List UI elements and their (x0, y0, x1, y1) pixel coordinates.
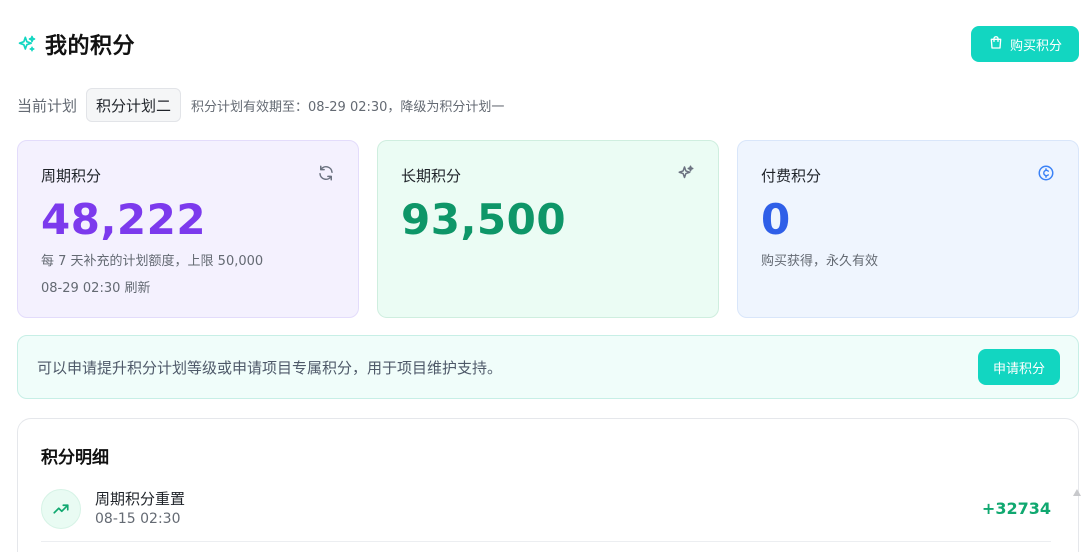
page-title: 我的积分 (45, 34, 136, 59)
scrollbar-arrow[interactable] (1073, 489, 1081, 496)
sparkle-icon (677, 164, 695, 186)
sparkle-icon (17, 34, 37, 54)
card-desc: 购买获得，永久有效 (761, 254, 879, 269)
row-time: 08-15 02:30 (95, 510, 181, 527)
card-cycle-points: 周期积分 48,222 每 7 天补充的计划额度，上限 50,000 08-29… (17, 140, 359, 318)
card-value: 93,500 (401, 195, 567, 244)
shopping-bag-icon (988, 34, 1004, 54)
card-long-term-points: 长期积分 93,500 (377, 140, 719, 318)
plan-badge: 积分计划二 (86, 88, 182, 122)
points-page: 我的积分 购买积分 当前计划 积分计划二 积分计划有效期至：08-29 02:3… (0, 0, 1088, 552)
detail-title: 积分明细 (41, 448, 109, 468)
plan-row: 当前计划 积分计划二 积分计划有效期至：08-29 02:30，降级为积分计划一 (17, 88, 504, 122)
points-detail-panel: 积分明细 周期积分重置 08-15 02:30 +32734 (17, 418, 1079, 552)
card-value: 0 (761, 195, 791, 244)
apply-points-button[interactable]: 申请积分 (978, 349, 1060, 385)
buy-points-label: 购买积分 (1009, 38, 1062, 54)
plan-label: 当前计划 (17, 96, 78, 115)
card-value: 48,222 (41, 195, 207, 244)
card-desc: 每 7 天补充的计划额度，上限 50,000 (41, 254, 264, 269)
apply-banner: 可以申请提升积分计划等级或申请项目专属积分，用于项目维护支持。 申请积分 (17, 335, 1079, 399)
card-title: 长期积分 (401, 166, 462, 185)
row-amount: +32734 (981, 499, 1051, 518)
list-item[interactable]: 周期积分重置 08-15 02:30 +32734 (41, 484, 1051, 542)
card-paid-points: 付费积分 0 购买获得，永久有效 (737, 140, 1079, 318)
card-refresh-time: 08-29 02:30 刷新 (41, 281, 151, 296)
coin-icon (1037, 164, 1055, 186)
refresh-icon (317, 164, 335, 186)
buy-points-button[interactable]: 购买积分 (971, 26, 1079, 62)
plan-expiry-note: 积分计划有效期至：08-29 02:30，降级为积分计划一 (191, 99, 505, 115)
title-wrap: 我的积分 (17, 28, 135, 60)
trending-up-icon (41, 488, 81, 529)
banner-text: 可以申请提升积分计划等级或申请项目专属积分，用于项目维护支持。 (37, 358, 503, 377)
page-header: 我的积分 购买积分 (17, 24, 1079, 64)
card-title: 付费积分 (761, 166, 822, 185)
row-title: 周期积分重置 (95, 489, 186, 508)
card-title: 周期积分 (41, 166, 102, 185)
